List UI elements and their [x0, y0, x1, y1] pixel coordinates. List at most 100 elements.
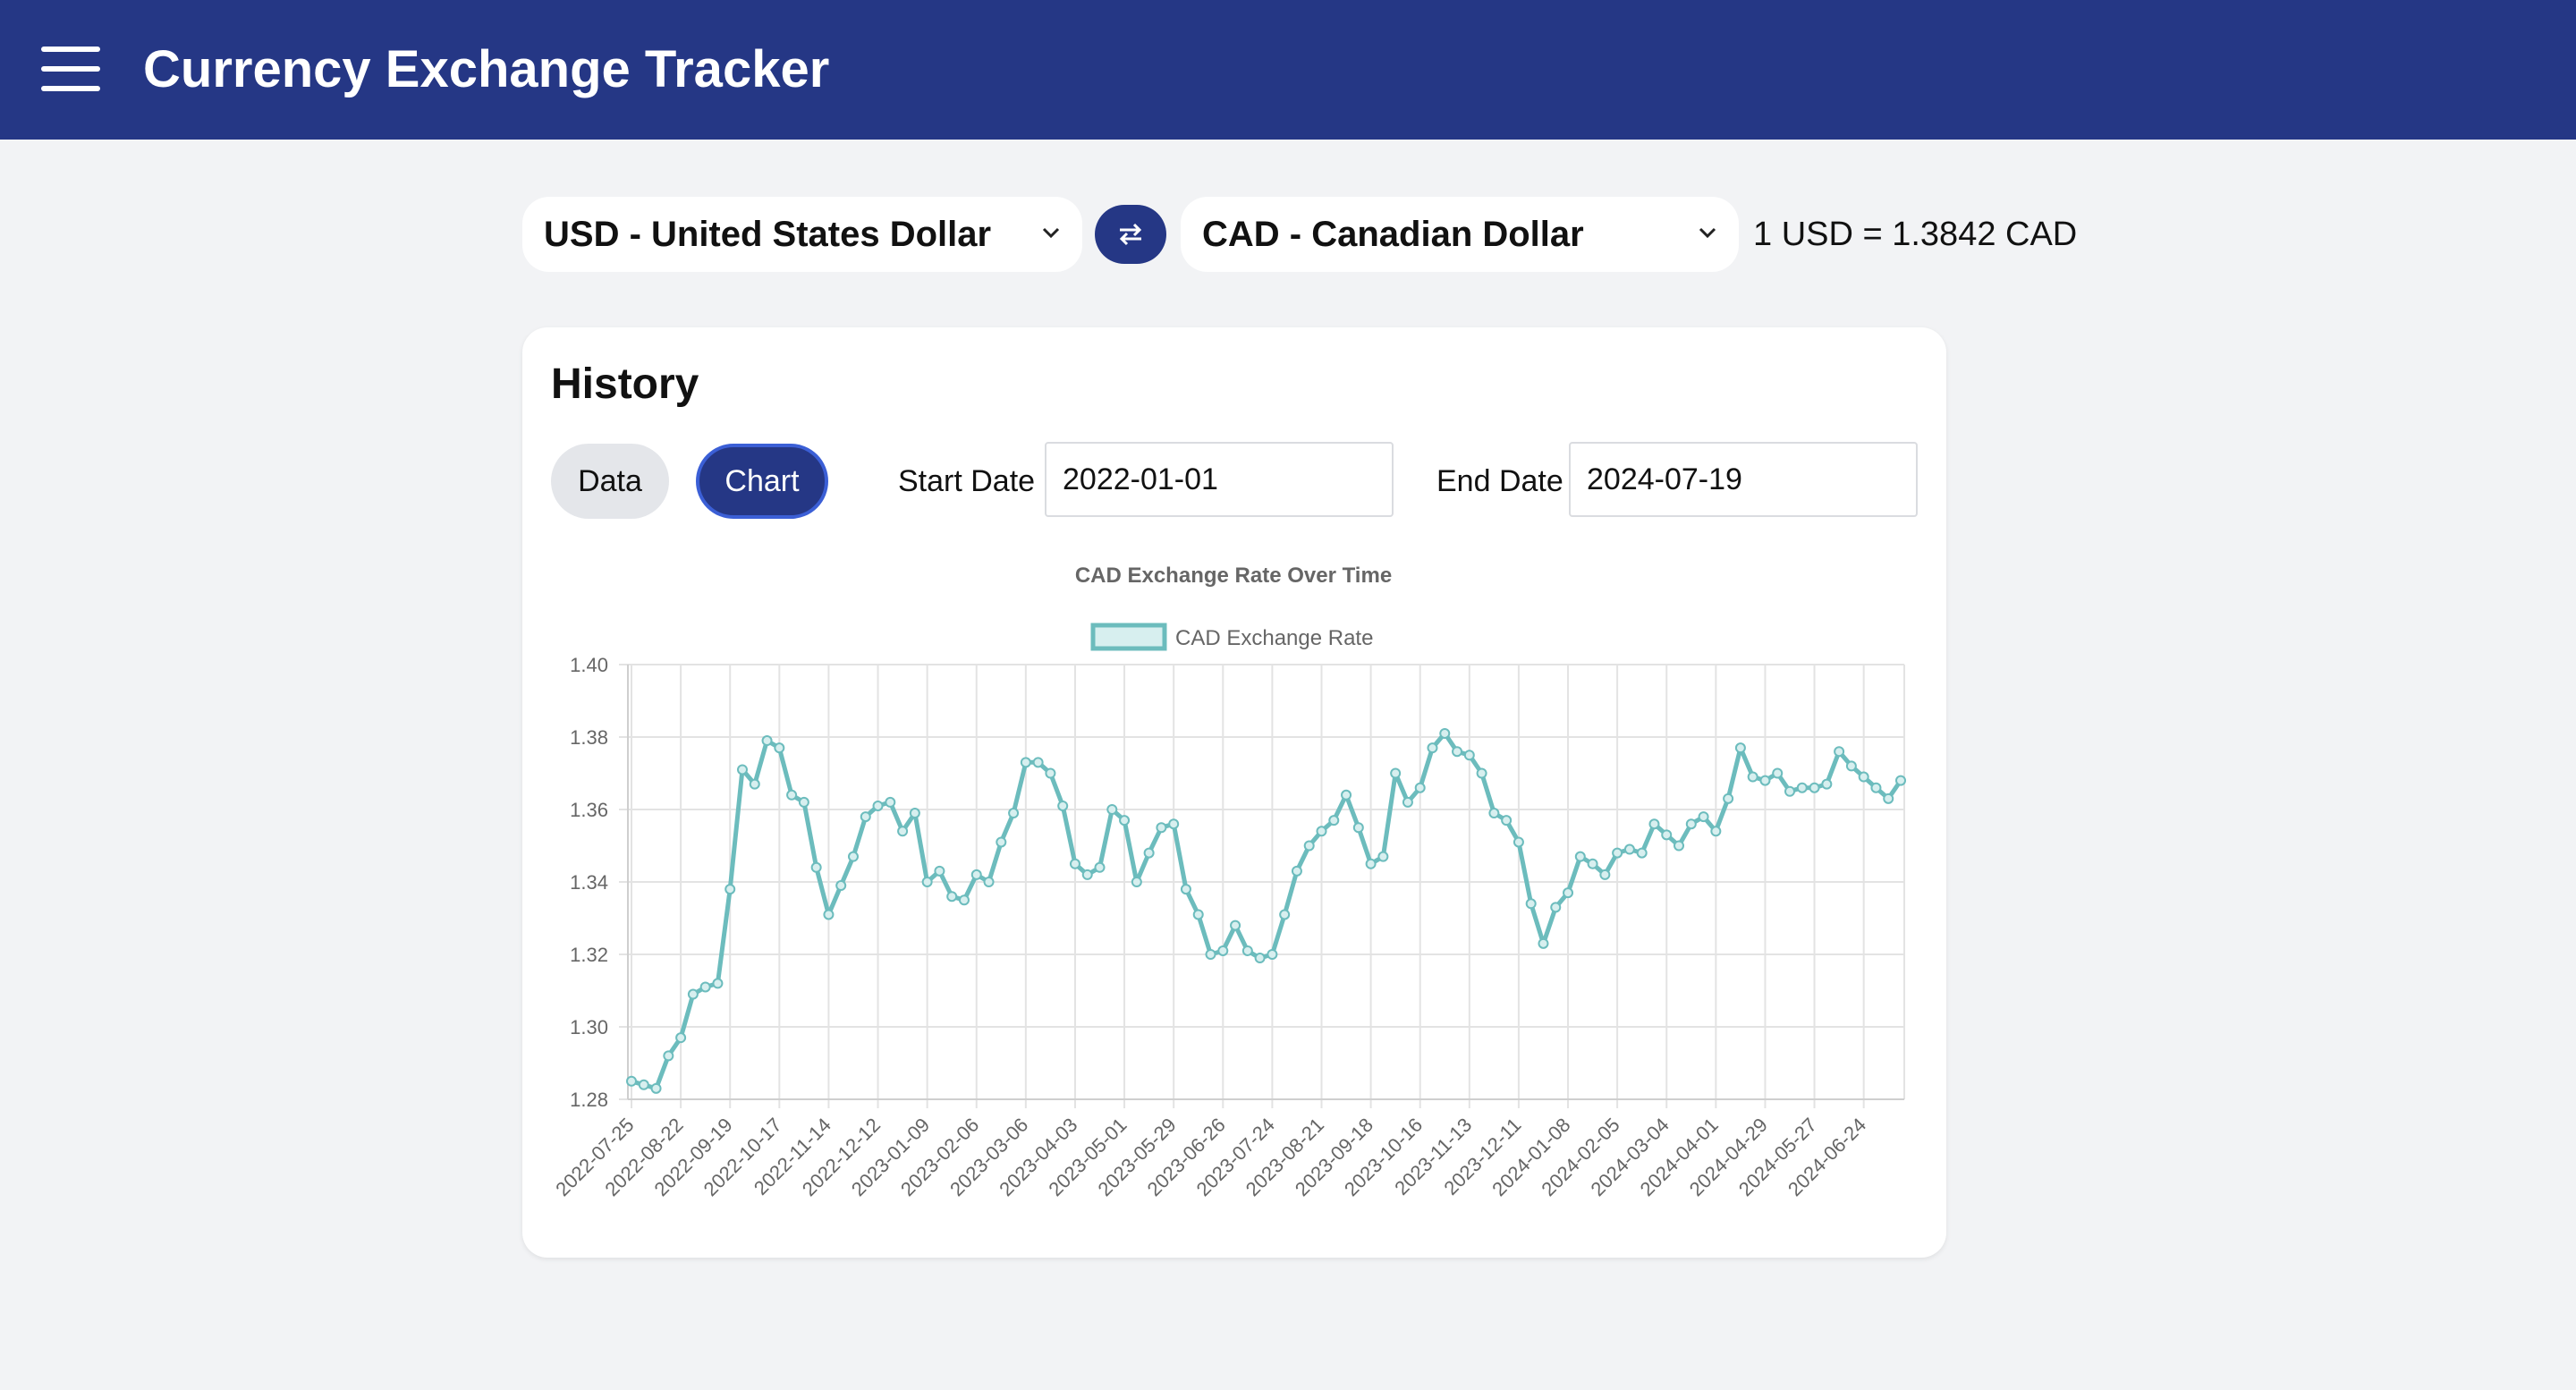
data-point[interactable] [897, 826, 909, 837]
data-point[interactable] [1081, 869, 1093, 880]
swap-currencies-button[interactable] [1095, 205, 1166, 264]
data-point[interactable] [1439, 727, 1451, 739]
data-point[interactable] [736, 764, 748, 776]
data-point[interactable] [1772, 767, 1784, 779]
data-point[interactable] [1698, 811, 1709, 823]
data-point[interactable] [934, 865, 945, 877]
data-point[interactable] [1723, 792, 1734, 804]
data-point[interactable] [1883, 792, 1894, 804]
data-point[interactable] [1809, 782, 1820, 793]
data-point[interactable] [1648, 818, 1660, 830]
data-point[interactable] [996, 836, 1007, 848]
data-point[interactable] [675, 1032, 687, 1044]
data-point[interactable] [1845, 760, 1857, 772]
data-point[interactable] [1452, 746, 1463, 758]
data-point[interactable] [1032, 757, 1044, 768]
data-point[interactable] [1106, 804, 1118, 815]
data-point[interactable] [1796, 782, 1808, 793]
data-point[interactable] [1587, 858, 1598, 869]
data-point[interactable] [1550, 902, 1562, 913]
data-point[interactable] [1870, 782, 1882, 793]
data-point[interactable] [761, 735, 773, 747]
data-point[interactable] [1674, 840, 1685, 852]
data-point[interactable] [1574, 851, 1586, 862]
data-point[interactable] [1463, 750, 1475, 761]
data-point[interactable] [1217, 945, 1229, 956]
data-point[interactable] [1599, 869, 1611, 880]
data-point[interactable] [1328, 815, 1340, 826]
data-point[interactable] [1156, 822, 1167, 834]
data-point[interactable] [1230, 920, 1241, 931]
data-point[interactable] [1316, 826, 1327, 837]
data-point[interactable] [1291, 865, 1302, 877]
data-point[interactable] [983, 877, 995, 887]
data-point[interactable] [847, 851, 859, 862]
data-point[interactable] [1377, 851, 1389, 862]
data-point[interactable] [1008, 808, 1020, 819]
data-point[interactable] [1279, 909, 1291, 920]
data-point[interactable] [626, 1075, 637, 1087]
data-point[interactable] [860, 811, 871, 823]
data-point[interactable] [699, 981, 711, 993]
data-point[interactable] [1069, 858, 1080, 869]
data-point[interactable] [1858, 771, 1869, 783]
data-point[interactable] [1636, 847, 1648, 859]
data-point[interactable] [1341, 789, 1352, 801]
data-point[interactable] [1661, 829, 1673, 841]
data-point[interactable] [687, 988, 699, 1000]
data-point[interactable] [650, 1082, 662, 1094]
data-point[interactable] [712, 978, 724, 989]
data-point[interactable] [724, 884, 736, 895]
data-point[interactable] [749, 778, 760, 790]
data-point[interactable] [1623, 843, 1635, 855]
data-point[interactable] [1476, 767, 1487, 779]
data-point[interactable] [1119, 815, 1131, 826]
data-point[interactable] [786, 789, 798, 801]
data-point[interactable] [1057, 800, 1069, 811]
data-point[interactable] [1241, 945, 1253, 956]
data-point[interactable] [1821, 778, 1833, 790]
data-point[interactable] [1352, 822, 1364, 834]
data-point[interactable] [1685, 818, 1697, 830]
data-point[interactable] [921, 877, 933, 887]
data-point[interactable] [810, 861, 822, 873]
data-point[interactable] [1427, 742, 1438, 754]
data-point[interactable] [1180, 884, 1191, 895]
hamburger-menu-icon[interactable] [41, 47, 100, 91]
data-point[interactable] [1834, 746, 1845, 758]
data-point[interactable] [970, 869, 982, 880]
data-point[interactable] [1414, 782, 1426, 793]
data-point[interactable] [1365, 858, 1377, 869]
data-point[interactable] [1094, 861, 1106, 873]
data-point[interactable] [774, 742, 785, 754]
data-point[interactable] [1488, 808, 1500, 819]
data-point[interactable] [663, 1050, 674, 1062]
data-point[interactable] [823, 909, 835, 920]
data-point[interactable] [1390, 767, 1402, 779]
data-point[interactable] [946, 891, 958, 903]
data-point[interactable] [1501, 815, 1513, 826]
data-point[interactable] [1254, 953, 1266, 964]
to-currency-select[interactable]: CAD - Canadian Dollar [1181, 197, 1739, 272]
data-point[interactable] [1303, 840, 1315, 852]
data-point[interactable] [1710, 826, 1722, 837]
data-point[interactable] [1895, 775, 1906, 786]
data-point[interactable] [872, 800, 884, 811]
data-point[interactable] [1734, 742, 1746, 754]
data-point[interactable] [835, 880, 847, 892]
data-point[interactable] [1538, 937, 1549, 949]
data-point[interactable] [1045, 767, 1056, 779]
data-point[interactable] [1513, 836, 1524, 848]
data-point[interactable] [1784, 785, 1796, 797]
from-currency-select[interactable]: USD - United States Dollar [522, 197, 1082, 272]
data-point[interactable] [1563, 887, 1574, 899]
data-point[interactable] [958, 894, 970, 906]
data-point[interactable] [1402, 796, 1413, 808]
data-point[interactable] [1525, 898, 1537, 910]
data-point[interactable] [798, 796, 809, 808]
data-point[interactable] [909, 808, 920, 819]
data-point[interactable] [1759, 775, 1771, 786]
data-point[interactable] [885, 796, 896, 808]
data-point[interactable] [1267, 949, 1278, 960]
data-point[interactable] [1205, 949, 1216, 960]
